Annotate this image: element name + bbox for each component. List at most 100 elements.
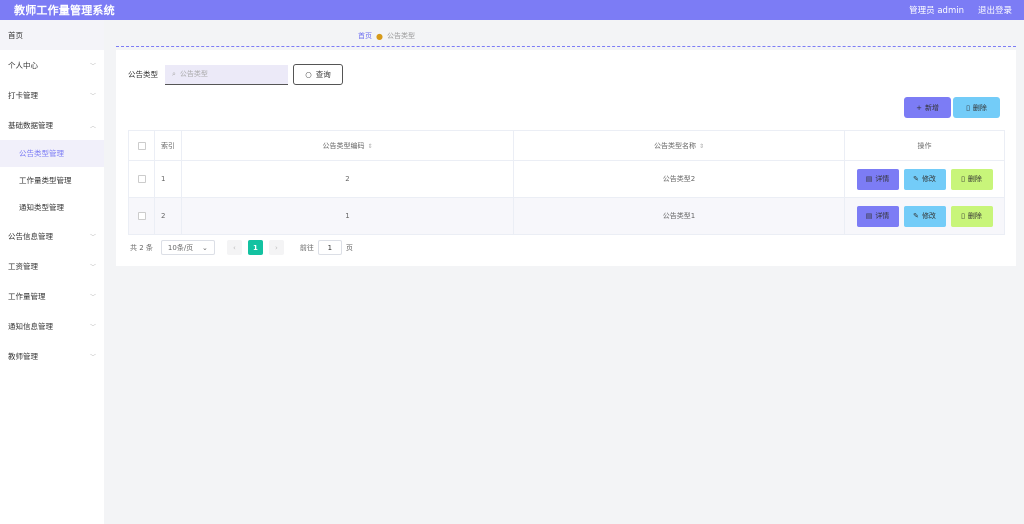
prev-page-button[interactable]: ‹	[226, 240, 242, 255]
search-input[interactable]: ⌕ 公告类型	[165, 64, 288, 85]
sidebar-item-personal[interactable]: 个人中心 ﹀	[0, 50, 104, 80]
app-title: 教师工作量管理系统	[14, 4, 115, 17]
current-user: 管理员 admin	[909, 6, 964, 16]
page-size-select[interactable]: 10条/页 ⌄	[160, 240, 215, 255]
pencil-icon: ✎	[913, 175, 919, 183]
sidebar-item-label: 教师管理	[8, 351, 38, 361]
trash-icon: ▯	[961, 175, 965, 183]
breadcrumb-home[interactable]: 首页	[358, 31, 372, 41]
sidebar-item-workload[interactable]: 工作量管理 ﹀	[0, 281, 104, 311]
delete-label: 删除	[967, 175, 982, 183]
sidebar-subitem-notice-type[interactable]: 公告类型管理	[0, 140, 104, 167]
table-row: 1 2 公告类型2 ▤ 详情 ✎ 修改 ▯ 删除	[128, 160, 1005, 198]
document-icon: ▤	[865, 212, 873, 220]
chevron-down-icon: ⌄	[202, 243, 208, 252]
cell-name: 公告类型2	[513, 160, 845, 198]
checkbox[interactable]	[137, 141, 146, 150]
cell-code: 1	[181, 197, 514, 235]
search-placeholder: 公告类型	[179, 70, 208, 78]
row-actions: ▤ 详情 ✎ 修改 ▯ 删除	[851, 168, 998, 190]
search-button[interactable]: ○ 查询	[293, 64, 343, 85]
sidebar-item-salary[interactable]: 工资管理 ﹀	[0, 251, 104, 281]
pencil-icon: ✎	[913, 212, 919, 220]
sidebar-subitem-workload-type[interactable]: 工作量类型管理	[0, 167, 104, 194]
add-button-label: 新增	[924, 103, 939, 112]
bulk-delete-button[interactable]: ▯ 删除	[953, 97, 1000, 118]
chevron-down-icon: ﹀	[89, 263, 96, 271]
sidebar-item-checkin[interactable]: 打卡管理 ﹀	[0, 80, 104, 110]
goto-page-input[interactable]: 1	[317, 240, 342, 255]
pagination-total: 共 2 条	[130, 243, 153, 252]
header-select-all[interactable]	[128, 130, 155, 161]
row-checkbox[interactable]	[137, 212, 146, 220]
sidebar-item-label: 公告信息管理	[8, 231, 53, 241]
edit-label: 修改	[921, 212, 936, 220]
search-button-label: 查询	[315, 70, 331, 79]
document-icon: ▤	[865, 175, 873, 183]
delete-button[interactable]: ▯ 删除	[950, 205, 993, 227]
sidebar-item-label: 打卡管理	[8, 90, 38, 100]
chevron-down-icon: ﹀	[89, 293, 96, 301]
detail-label: 详情	[875, 175, 890, 183]
data-table: 索引 公告类型编码 ⇕ 公告类型名称 ⇕ 操作 1 2 公告类型2 ▤ 详情 ✎ 修改 …	[128, 130, 1005, 235]
goto-suffix: 页	[345, 243, 353, 252]
medal-icon: ●	[376, 31, 383, 41]
chevron-down-icon: ﹀	[89, 323, 96, 331]
sidebar-subitem-notify-type[interactable]: 通知类型管理	[0, 194, 104, 221]
chevron-up-icon: ︿	[89, 122, 96, 130]
header-index: 索引	[154, 130, 182, 161]
sidebar-item-label: 基础数据管理	[8, 120, 53, 130]
sidebar-item-notify-info[interactable]: 通知信息管理 ﹀	[0, 311, 104, 341]
table-row: 2 1 公告类型1 ▤ 详情 ✎ 修改 ▯ 删除	[128, 197, 1005, 235]
detail-button[interactable]: ▤ 详情	[856, 205, 899, 227]
breadcrumb-divider	[116, 46, 1016, 47]
pagination: 共 2 条 10条/页 ⌄ ‹ 1 › 前往 1 页	[130, 240, 353, 255]
row-checkbox[interactable]	[137, 175, 146, 183]
edit-button[interactable]: ✎ 修改	[903, 168, 946, 190]
sidebar-item-home[interactable]: 首页	[0, 20, 104, 50]
delete-button[interactable]: ▯ 删除	[950, 168, 993, 190]
sidebar-item-notice-info[interactable]: 公告信息管理 ﹀	[0, 221, 104, 251]
header-code-label: 公告类型编码	[322, 141, 365, 150]
search-label: 公告类型	[128, 70, 158, 79]
header-name-label: 公告类型名称	[653, 141, 696, 150]
content-card: 公告类型 ⌕ 公告类型 ○ 查询 + 新增 ▯ 删除 索引 公告类型编码 ⇕ 公告…	[116, 50, 1016, 266]
sidebar: 首页 个人中心 ﹀ 打卡管理 ﹀ 基础数据管理 ︿ 公告类型管理 工作量类型管理…	[0, 20, 104, 524]
search-icon: ⌕	[172, 69, 176, 78]
trash-icon: ▯	[966, 103, 970, 112]
edit-label: 修改	[921, 175, 936, 183]
cell-code: 2	[181, 160, 514, 198]
detail-label: 详情	[875, 212, 890, 220]
sidebar-item-teacher[interactable]: 教师管理 ﹀	[0, 341, 104, 371]
page-size-value: 10条/页	[167, 243, 194, 252]
cell-index: 2	[154, 197, 182, 235]
cell-index: 1	[154, 160, 182, 198]
chevron-left-icon: ‹	[233, 243, 236, 252]
header-ops: 操作	[844, 130, 1005, 161]
top-right: 管理员 admin 退出登录	[909, 4, 1012, 16]
edit-button[interactable]: ✎ 修改	[903, 205, 946, 227]
page-number[interactable]: 1	[247, 240, 263, 255]
chevron-down-icon: ﹀	[89, 92, 96, 100]
action-row: + 新增 ▯ 删除	[904, 97, 1000, 118]
sidebar-item-label: 个人中心	[8, 60, 38, 70]
add-button[interactable]: + 新增	[904, 97, 951, 118]
header-name[interactable]: 公告类型名称 ⇕	[513, 130, 845, 161]
sidebar-item-basic-data[interactable]: 基础数据管理 ︿	[0, 110, 104, 140]
logout-link[interactable]: 退出登录	[978, 4, 1012, 16]
breadcrumb-current: 公告类型	[386, 32, 415, 40]
goto-label: 前往	[299, 243, 314, 252]
sidebar-item-label: 工作量管理	[8, 291, 46, 301]
sidebar-item-label: 通知信息管理	[8, 321, 53, 331]
plus-icon: +	[916, 103, 922, 112]
detail-button[interactable]: ▤ 详情	[856, 168, 899, 190]
sort-icon[interactable]: ⇕	[367, 143, 372, 150]
header-code[interactable]: 公告类型编码 ⇕	[181, 130, 514, 161]
top-bar: 教师工作量管理系统 管理员 admin 退出登录	[0, 0, 1024, 20]
breadcrumb: 首页 ● 公告类型	[358, 31, 415, 41]
chevron-right-icon: ›	[275, 243, 278, 252]
sort-icon[interactable]: ⇕	[699, 143, 704, 150]
search-row: 公告类型 ⌕ 公告类型 ○ 查询	[128, 64, 343, 85]
next-page-button[interactable]: ›	[268, 240, 284, 255]
chevron-down-icon: ﹀	[89, 62, 96, 70]
